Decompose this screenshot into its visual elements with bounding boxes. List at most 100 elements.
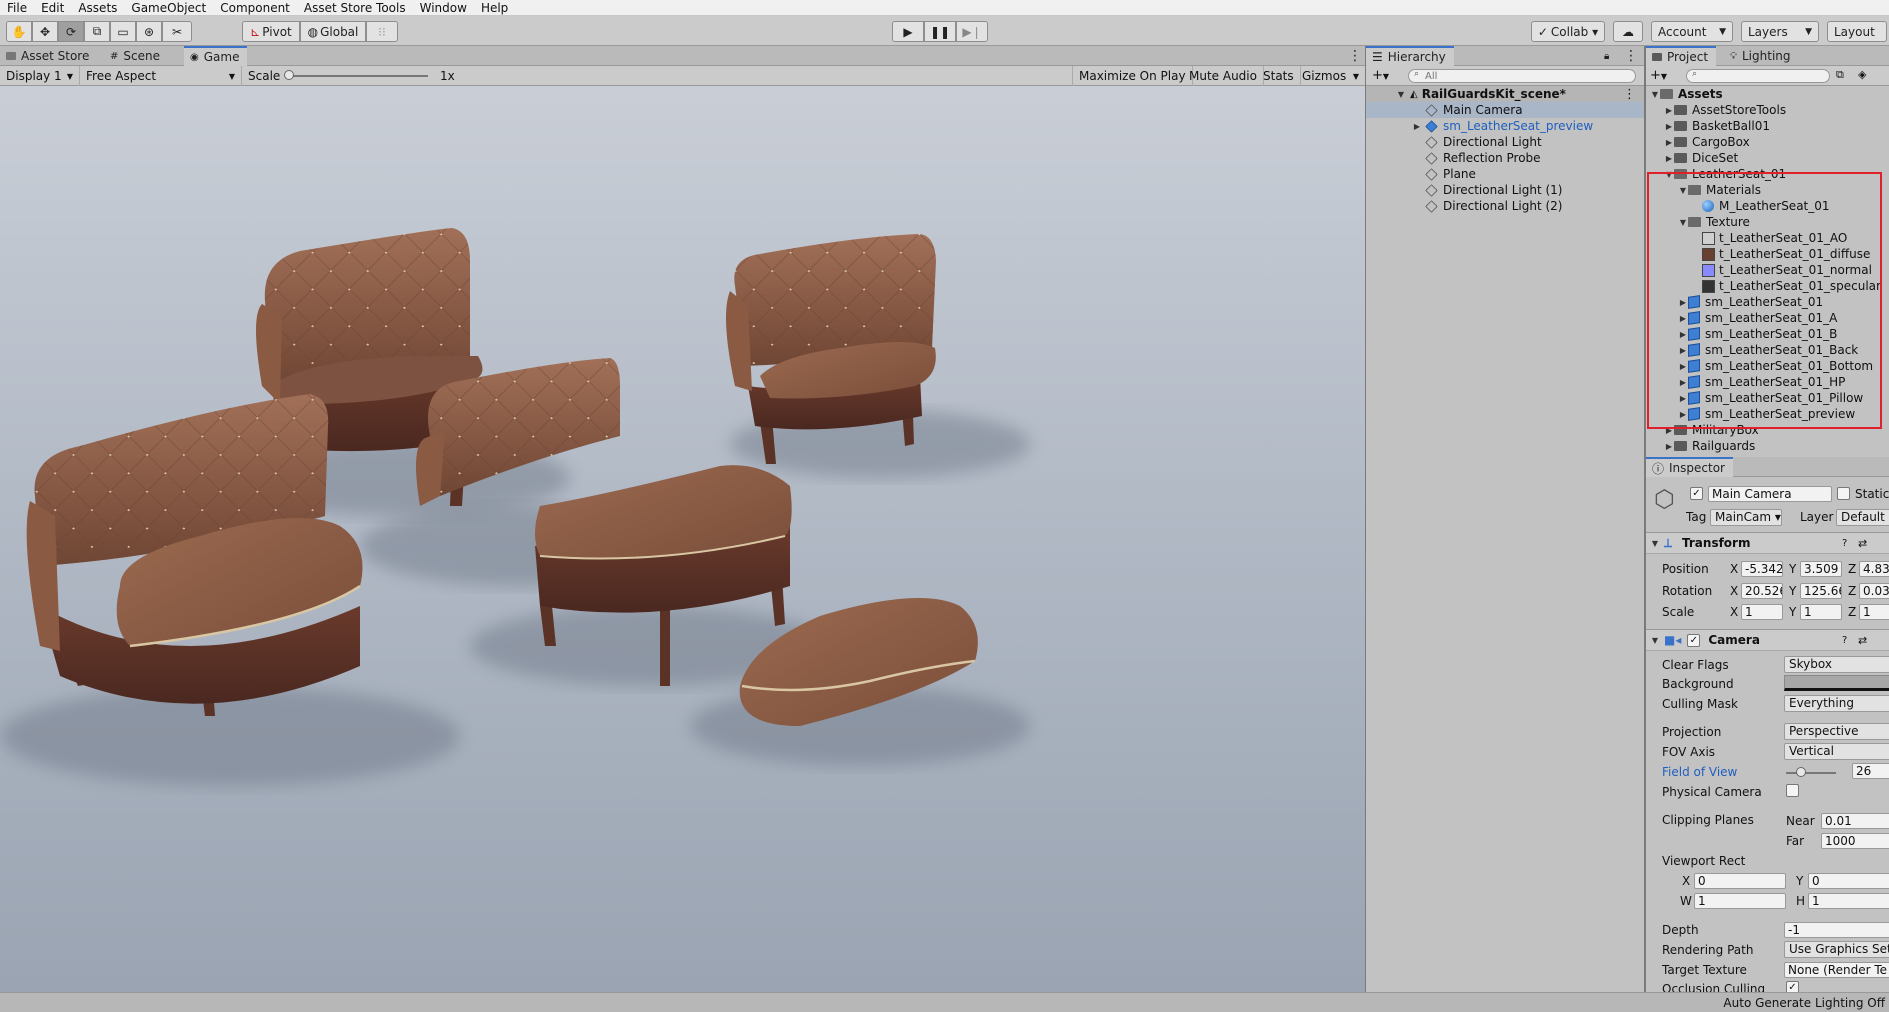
project-item-railguards[interactable]: ▶ Railguards [1646,438,1889,454]
global-toggle[interactable]: ◍ Global [300,21,366,42]
transform-tool-button[interactable]: ⊛ [136,21,162,42]
menu-edit[interactable]: Edit [34,0,71,16]
hierarchy-item-plane[interactable]: Plane [1366,166,1644,182]
project-item-basketball01[interactable]: ▶ BasketBall01 [1646,118,1889,134]
collab-dropdown[interactable]: ✓ Collab ▾ [1531,21,1605,42]
foldout-arrow-icon[interactable]: ▼ [1650,539,1660,548]
cloud-button[interactable]: ☁ [1613,21,1643,42]
rendering-path-dropdown[interactable]: Use Graphics Set [1784,941,1889,958]
project-item-diceset[interactable]: ▶ DiceSet [1646,150,1889,166]
viewport-w-field[interactable]: 1 [1694,893,1786,909]
foldout-arrow-icon[interactable]: ▼ [1650,636,1660,645]
rect-tool-button[interactable]: ▭ [110,21,136,42]
account-dropdown[interactable]: Account ▼ [1651,21,1733,42]
menu-file[interactable]: File [0,0,34,16]
tab-asset-store[interactable]: Asset Store [0,46,97,66]
aspect-dropdown[interactable]: Free Aspect ▼ [80,66,242,86]
object-name-field[interactable]: Main Camera [1708,486,1832,502]
tag-dropdown[interactable]: MainCam ▾ [1710,509,1782,526]
help-icon[interactable]: ? [1842,635,1847,646]
fov-axis-dropdown[interactable]: Vertical [1784,743,1889,760]
active-checkbox[interactable]: ✓ [1690,487,1703,500]
stats-toggle[interactable]: Stats [1257,66,1301,86]
menu-asset-store-tools[interactable]: Asset Store Tools [297,0,413,16]
menu-gameobject[interactable]: GameObject [124,0,213,16]
tab-game[interactable]: ◉ Game [184,46,248,66]
scale-z-field[interactable]: 1 [1859,604,1889,620]
display-dropdown[interactable]: Display 1 ▼ [0,66,80,86]
tab-scene[interactable]: # Scene [104,46,168,66]
tab-inspector[interactable]: ⓘ Inspector [1646,457,1733,477]
viewport-x-field[interactable]: 0 [1694,873,1786,889]
menu-assets[interactable]: Assets [71,0,124,16]
hierarchy-search-input[interactable] [1408,69,1636,83]
expand-arrow-icon[interactable]: ▶ [1664,106,1674,115]
filter-by-label-button[interactable]: ◈ [1858,68,1866,81]
step-button[interactable]: ▶❘ [956,21,988,42]
hand-tool-button[interactable]: ✋ [6,21,32,42]
physical-camera-checkbox[interactable] [1786,784,1799,797]
project-item-cargobox[interactable]: ▶ CargoBox [1646,134,1889,150]
rotate-tool-button[interactable]: ⟳ [58,21,84,42]
hierarchy-item-reflection-probe[interactable]: Reflection Probe [1366,150,1644,166]
project-item-assetstoretools[interactable]: ▶ AssetStoreTools [1646,102,1889,118]
create-button[interactable]: +▼ [1372,68,1389,83]
camera-component-header[interactable]: ▼ ■◂ ✓ Camera ? ⇄ [1646,629,1889,651]
tab-hierarchy[interactable]: ☰ Hierarchy [1366,46,1454,66]
scale-slider-handle[interactable] [284,70,294,80]
position-x-field[interactable]: -5.342 [1741,561,1783,577]
occlusion-culling-checkbox[interactable]: ✓ [1786,981,1799,992]
play-button[interactable]: ▶ [892,21,924,42]
hierarchy-item-main-camera[interactable]: Main Camera [1366,102,1644,118]
expand-arrow-icon[interactable]: ▶ [1664,122,1674,131]
custom-tool-button[interactable]: ✂ [162,21,192,42]
hierarchy-item-directional-light-1[interactable]: Directional Light (1) [1366,182,1644,198]
hierarchy-menu-button[interactable]: ⋮ [1618,46,1646,66]
maximize-on-play-toggle[interactable]: Maximize On Play [1072,66,1193,86]
scale-y-field[interactable]: 1 [1800,604,1842,620]
pause-button[interactable]: ❚❚ [924,21,956,42]
lock-button[interactable]: 🔒︎ [1598,46,1617,66]
rotation-z-field[interactable]: 0.03 [1859,583,1889,599]
expand-arrow-icon[interactable]: ▼ [1650,90,1660,99]
camera-enabled-checkbox[interactable]: ✓ [1687,633,1701,647]
fov-slider-handle[interactable] [1796,767,1806,777]
scene-root-row[interactable]: ▼ ◭ RailGuardsKit_scene* ⋮ [1366,86,1644,102]
near-field[interactable]: 0.01 [1821,813,1889,829]
position-z-field[interactable]: 4.83 [1859,561,1889,577]
tab-project[interactable]: Project [1646,46,1717,66]
static-checkbox[interactable] [1837,487,1850,500]
culling-mask-dropdown[interactable]: Everything [1784,695,1889,712]
move-tool-button[interactable]: ✥ [32,21,58,42]
hierarchy-item-directional-light-2[interactable]: Directional Light (2) [1366,198,1644,214]
scale-x-field[interactable]: 1 [1741,604,1783,620]
target-texture-field[interactable]: None (Render Te [1784,962,1889,978]
game-viewport[interactable] [0,86,1365,992]
clear-flags-dropdown[interactable]: Skybox [1784,656,1889,673]
depth-field[interactable]: -1 [1784,922,1889,938]
scale-tool-button[interactable]: ⧉ [84,21,110,42]
rotation-y-field[interactable]: 125.66 [1800,583,1842,599]
filter-by-type-button[interactable]: ⧉ [1836,68,1844,82]
hierarchy-item-sm-leatherseat-preview[interactable]: ▶ sm_LeatherSeat_preview [1366,118,1644,134]
viewport-h-field[interactable]: 1 [1808,893,1889,909]
far-field[interactable]: 1000 [1821,833,1889,849]
gizmos-dropdown[interactable]: Gizmos ▼ [1296,66,1365,86]
hierarchy-item-directional-light[interactable]: Directional Light [1366,134,1644,150]
project-root-assets[interactable]: ▼ Assets [1646,86,1889,102]
create-asset-button[interactable]: +▼ [1650,68,1667,83]
status-text[interactable]: Auto Generate Lighting Off [1723,996,1885,1010]
preset-icon[interactable]: ⇄ [1858,634,1867,647]
projection-dropdown[interactable]: Perspective [1784,723,1889,740]
expand-arrow-icon[interactable]: ▼ [1396,90,1406,99]
rotation-x-field[interactable]: 20.526 [1741,583,1783,599]
pivot-toggle[interactable]: ⊾ Pivot [242,21,300,42]
expand-arrow-icon[interactable]: ▶ [1412,122,1422,131]
help-icon[interactable]: ? [1842,538,1847,549]
kebab-menu-icon[interactable]: ⋮ [1623,87,1636,102]
menu-help[interactable]: Help [474,0,515,16]
layout-dropdown[interactable]: Layout [1827,21,1887,42]
mute-audio-toggle[interactable]: Mute Audio [1183,66,1264,86]
snap-toggle[interactable]: ⁝⁝ [366,21,398,42]
background-color-field[interactable] [1784,675,1889,691]
